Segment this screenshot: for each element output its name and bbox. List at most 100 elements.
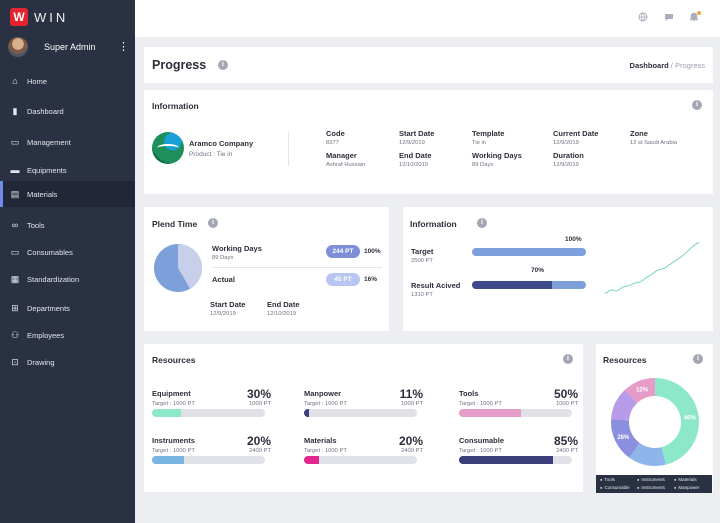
resource-bar-fill [304, 456, 319, 464]
breadcrumb-dashboard[interactable]: Dashboard [630, 61, 669, 70]
card-title: Resources [152, 355, 196, 365]
resource-percent: 20% [398, 434, 423, 448]
page-title: Progress [152, 58, 207, 72]
resource-bar-fill [152, 456, 184, 464]
result-points: 1310 PT [411, 292, 433, 298]
company-name: Aramco Company [189, 139, 254, 148]
start-date-label: Start Date [210, 300, 246, 309]
sidebar-item-employees[interactable]: ⚇ Employees [0, 322, 135, 348]
actual-label: Actual [212, 275, 235, 284]
logo-mark: W [10, 8, 28, 26]
donut-legend: Tools Instruments Materials Consumable Instr… [596, 475, 712, 493]
document-icon: ▤ [10, 188, 20, 199]
working-days-label: Working Days [212, 244, 262, 253]
card-title: Plend Time [152, 219, 198, 229]
field-label: Duration [553, 151, 584, 160]
legend-item: Materials [674, 477, 696, 482]
card-title: Information [410, 219, 457, 229]
donut-slice-label: 28% [617, 435, 630, 441]
app-logo[interactable]: W WIN [10, 8, 68, 26]
avatar[interactable] [8, 37, 28, 57]
field-label: Template [472, 129, 505, 138]
sidebar-item-label: Departments [27, 303, 70, 313]
info-icon[interactable]: i [693, 354, 703, 364]
resource-target: Target : 1000 PT [459, 401, 502, 407]
info-icon[interactable]: i [208, 218, 218, 228]
end-date-label: End Date [267, 300, 300, 309]
result-label: Result Acived [411, 281, 461, 290]
resource-points: 1000 PT [401, 401, 423, 407]
legend-item: Consumable [600, 485, 629, 490]
resource-points: 1000 PT [556, 401, 578, 407]
field-value: Tie in [472, 140, 486, 146]
resource-bar [304, 456, 417, 464]
resource-target: Target : 1000 PT [304, 448, 347, 454]
sidebar-item-departments[interactable]: ⊞ Departments [0, 295, 135, 321]
sidebar-item-label: Consumables [27, 247, 73, 257]
info-icon[interactable]: i [692, 100, 702, 110]
actual-points-pill: 45 PT [326, 273, 360, 286]
resource-bar-fill [152, 409, 182, 417]
sidebar-item-label: Materials [27, 189, 58, 199]
company-logo [152, 132, 184, 164]
sidebar-item-equipments[interactable]: ▬ Equipments [0, 157, 135, 183]
bell-icon[interactable] [688, 11, 701, 24]
info-icon[interactable]: i [563, 354, 573, 364]
target-percent: 100% [565, 236, 582, 243]
card-title: Information [152, 101, 199, 111]
sidebar-item-consumables[interactable]: ▭ Consumables [0, 239, 135, 265]
progress-header: Progress i Dashboard / Progress [144, 47, 713, 83]
information-card: Information i Aramco Company Product : T… [144, 90, 713, 194]
sidebar-item-dashboard[interactable]: ▮ Dashboard [0, 98, 135, 124]
resource-percent: 85% [553, 434, 578, 448]
resource-percent: 50% [553, 387, 578, 401]
user-menu-icon[interactable]: ⋮ [118, 42, 129, 53]
people-icon: ⚇ [10, 329, 20, 340]
target-information-card: Information i 100% Target 2500 PT 70% Re… [403, 207, 713, 331]
field-label: Start Date [399, 129, 435, 138]
plend-pie-chart [154, 244, 202, 292]
field-value: Ashraf Hussain [326, 162, 366, 168]
resources-donut-card: Resources i 46% 28% 12% [596, 344, 713, 493]
plend-time-card: Plend Time i Working Days 89 Days 244 PT… [144, 207, 389, 331]
field-value: 12 st Saudi Arabia [630, 140, 678, 146]
resources-card: Resources i Equipment Target : 1000 PT 30%… [144, 344, 583, 492]
resources-donut-chart: 46% 28% 12% [611, 378, 699, 466]
sidebar-item-drawing[interactable]: ⊡ Drawing [0, 349, 135, 375]
chat-icon[interactable] [663, 12, 675, 24]
resource-percent: 30% [246, 387, 271, 401]
globe-icon[interactable] [637, 12, 649, 24]
resource-target: Target : 1000 PT [152, 401, 195, 407]
resource-bar-fill [459, 409, 522, 417]
truck-icon: ▬ [10, 165, 20, 175]
target-points: 2500 PT [411, 258, 433, 264]
legend-item: Instruments [637, 485, 665, 490]
sidebar-item-label: Equipments [27, 165, 67, 175]
field-value: 12/10/2019 [399, 162, 429, 168]
field-value: 8377 [326, 140, 339, 146]
resource-bar [152, 456, 265, 464]
field-value: 12/9/2019 [553, 140, 579, 146]
result-percent: 70% [531, 267, 545, 274]
target-bar [472, 248, 586, 256]
sidebar-item-label: Drawing [27, 357, 55, 367]
resource-name: Materials [304, 436, 337, 445]
resource-bar [152, 409, 265, 417]
topbar [135, 0, 720, 37]
user-profile[interactable]: Super Admin ⋮ [8, 36, 129, 58]
sidebar-item-home[interactable]: ⌂ Home [0, 68, 135, 94]
resource-target: Target : 1000 PT [459, 448, 502, 454]
trend-sparkline [604, 241, 700, 295]
sidebar-item-materials[interactable]: ▤ Materials [0, 181, 135, 207]
sidebar-item-management[interactable]: ▭ Management [0, 129, 135, 155]
info-icon[interactable]: i [477, 218, 487, 228]
legend-item: Manpower [674, 485, 699, 490]
resource-name: Tools [459, 389, 479, 398]
info-icon[interactable]: i [218, 60, 228, 70]
sidebar-item-standardization[interactable]: ▦ Standardization [0, 266, 135, 292]
resource-bar-fill [304, 409, 309, 417]
breadcrumb-current: Progress [674, 61, 705, 70]
resize-icon: ⊡ [11, 356, 19, 367]
sidebar-item-tools[interactable]: ∞ Tools [0, 212, 135, 238]
resource-points: 1000 PT [249, 401, 271, 407]
